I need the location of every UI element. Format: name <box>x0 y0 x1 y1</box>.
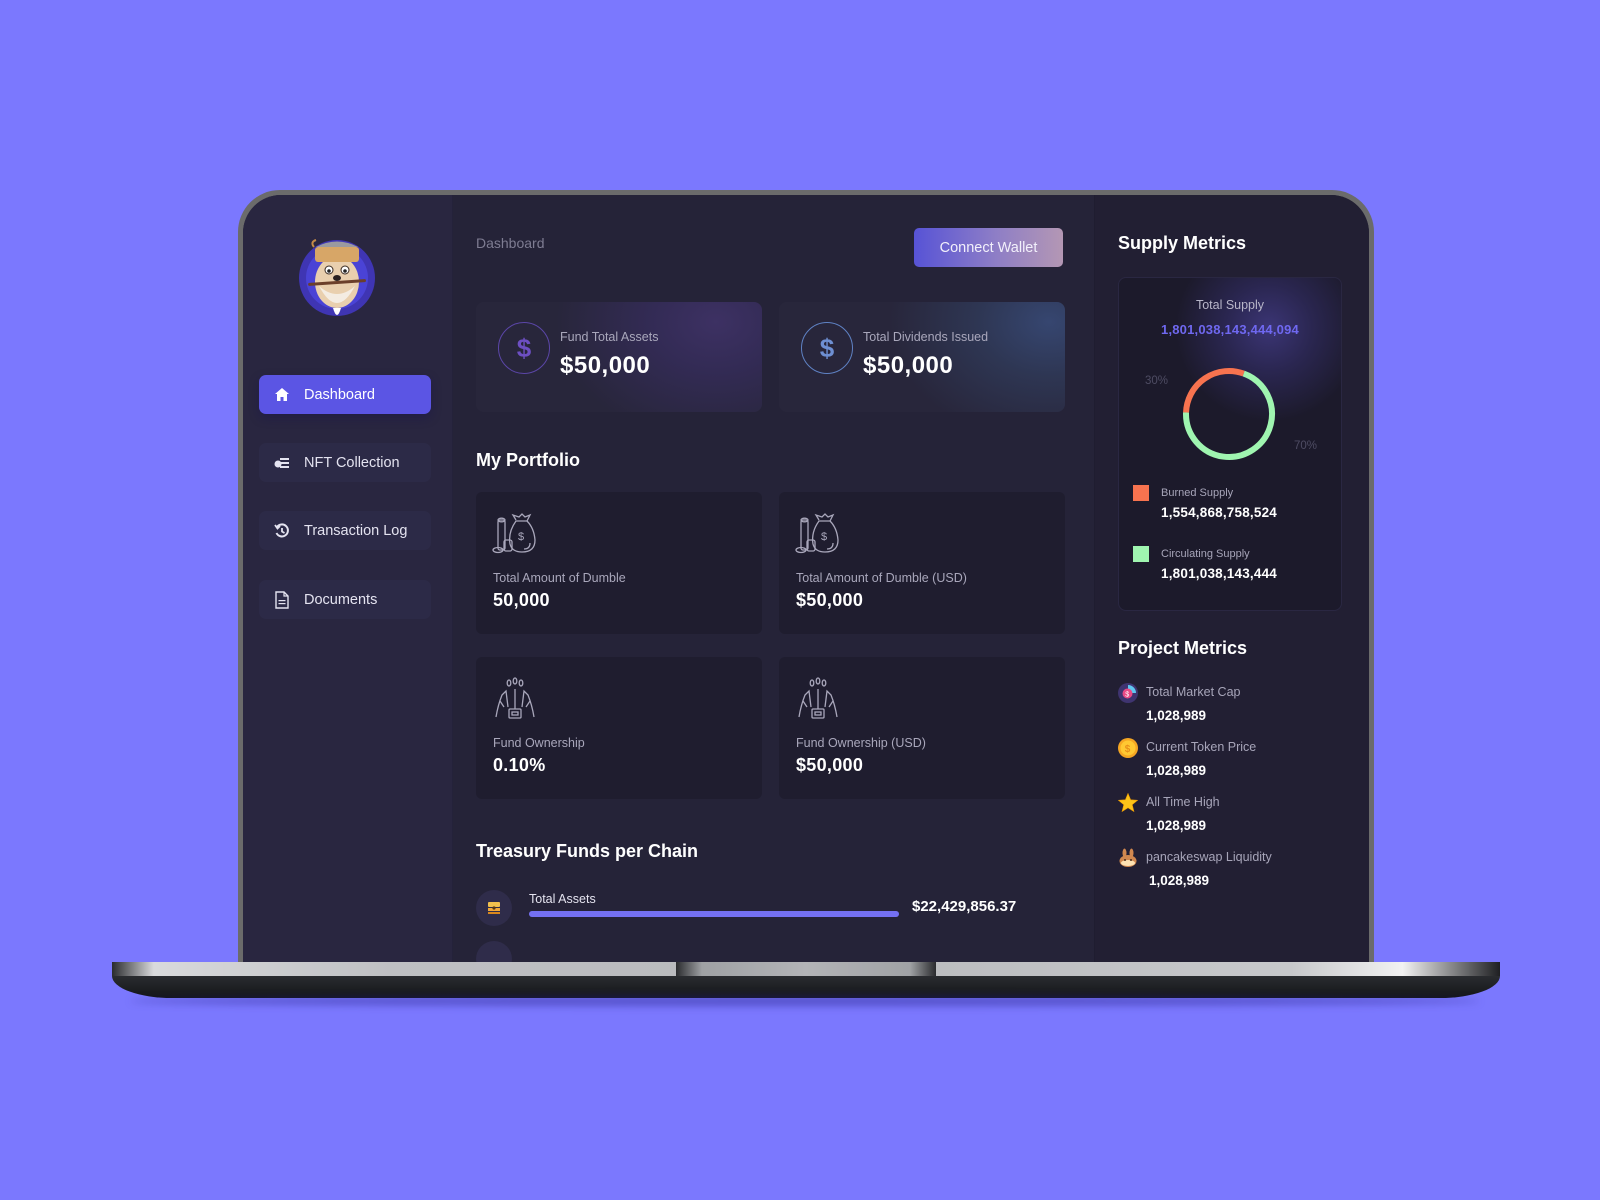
main-content: Dashboard Connect Wallet $ Fund Total As… <box>453 195 1095 970</box>
portfolio-card-fund-ownership-usd: Fund Ownership (USD) $50,000 <box>779 657 1065 799</box>
metrics-panel: Supply Metrics Total Supply 1,801,038,14… <box>1095 195 1369 970</box>
portfolio-value: $50,000 <box>796 755 864 775</box>
legend-label: Burned Supply <box>1161 487 1234 499</box>
supply-donut-chart <box>1183 368 1275 460</box>
supply-card: Total Supply 1,801,038,143,444,094 30% 7… <box>1118 277 1342 611</box>
stat-card-fund-total-assets: $ Fund Total Assets $50,000 <box>476 302 762 412</box>
metric-label: Total Market Cap <box>1146 685 1241 699</box>
treasury-value: $22,429,856.37 <box>912 898 1017 915</box>
metric-total-market-cap: $ Total Market Cap 1,028,989 <box>1118 683 1338 733</box>
stat-value: $50,000 <box>560 352 651 379</box>
connect-wallet-button[interactable]: Connect Wallet <box>914 228 1063 267</box>
market-cap-icon: $ <box>1118 683 1138 703</box>
stat-label: Fund Total Assets <box>560 330 659 344</box>
sidebar-item-label: NFT Collection <box>304 454 400 471</box>
laptop-hinge-notch <box>676 962 936 976</box>
nft-collection-icon <box>273 454 291 472</box>
metric-value: 1,028,989 <box>1149 873 1210 888</box>
stat-value: $50,000 <box>863 352 954 379</box>
total-supply-value: 1,801,038,143,444,094 <box>1161 322 1299 337</box>
treasure-chest-icon <box>476 890 512 926</box>
legend-label: Circulating Supply <box>1161 548 1250 560</box>
stat-label: Total Dividends Issued <box>863 330 989 344</box>
money-bag-icon: $ <box>492 512 538 558</box>
portfolio-card-total-dumble: $ Total Amount of Dumble 50,000 <box>476 492 762 634</box>
sidebar-item-label: Dashboard <box>304 386 375 403</box>
laptop-base-bottom <box>112 976 1500 998</box>
stat-card-total-dividends: $ Total Dividends Issued $50,000 <box>779 302 1065 412</box>
portfolio-value: $50,000 <box>796 590 864 610</box>
laptop-bezel: Dashboard NFT Collection Transaction Log… <box>238 190 1374 970</box>
history-icon <box>273 522 291 540</box>
document-icon <box>273 590 291 609</box>
sidebar-item-nft-collection[interactable]: NFT Collection <box>259 443 431 482</box>
sidebar-item-dashboard[interactable]: Dashboard <box>259 375 431 414</box>
laptop-shadow <box>130 996 1480 1006</box>
ownership-hands-icon <box>795 677 841 723</box>
metric-all-time-high: All Time High 1,028,989 <box>1117 792 1338 843</box>
donut-slice-burned <box>1183 368 1245 413</box>
dollar-icon: $ <box>498 322 550 374</box>
pancakeswap-bunny-icon <box>1118 848 1138 868</box>
svg-text:$: $ <box>518 531 524 543</box>
circulating-percent-label: 70% <box>1294 440 1318 452</box>
metric-value: 1,028,989 <box>1146 763 1207 778</box>
legend-value: 1,801,038,143,444 <box>1161 566 1278 581</box>
metric-value: 1,028,989 <box>1146 818 1207 833</box>
portfolio-label: Total Amount of Dumble (USD) <box>796 571 967 585</box>
coin-icon: $ <box>1118 738 1138 758</box>
supply-metrics-title: Supply Metrics <box>1118 233 1247 253</box>
ownership-hands-icon <box>492 677 538 723</box>
treasury-row: Total Assets $22,429,856.37 <box>476 890 1076 930</box>
portfolio-label: Total Amount of Dumble <box>493 571 626 585</box>
metric-current-token-price: $ Current Token Price 1,028,989 <box>1118 738 1338 788</box>
sidebar-item-label: Transaction Log <box>304 522 408 539</box>
metric-label: Current Token Price <box>1146 740 1257 754</box>
portfolio-label: Fund Ownership <box>493 736 585 750</box>
sidebar-item-label: Documents <box>304 591 378 608</box>
money-bag-icon: $ <box>795 512 841 558</box>
legend-swatch-circulating <box>1133 546 1149 562</box>
portfolio-label: Fund Ownership (USD) <box>796 736 926 750</box>
metric-label: All Time High <box>1146 795 1220 809</box>
total-supply-label: Total Supply <box>1195 298 1265 312</box>
sidebar-item-transaction-log[interactable]: Transaction Log <box>259 511 431 550</box>
app-screen: Dashboard NFT Collection Transaction Log… <box>243 195 1369 970</box>
dumble-logo[interactable] <box>296 230 378 322</box>
portfolio-value: 50,000 <box>493 590 550 610</box>
sidebar: Dashboard NFT Collection Transaction Log… <box>243 195 453 970</box>
treasury-label: Total Assets <box>529 892 596 906</box>
metric-pancakeswap-liquidity: pancakeswap Liquidity 1,028,989 <box>1118 848 1338 898</box>
portfolio-value: 0.10% <box>493 755 546 775</box>
treasury-progress-fill <box>529 911 899 917</box>
legend-swatch-burned <box>1133 485 1149 501</box>
treasury-progress-track <box>529 911 899 917</box>
portfolio-card-total-dumble-usd: $ Total Amount of Dumble (USD) $50,000 <box>779 492 1065 634</box>
svg-text:$: $ <box>1125 744 1131 755</box>
metric-label: pancakeswap Liquidity <box>1146 850 1272 864</box>
treasury-title: Treasury Funds per Chain <box>476 841 699 861</box>
project-metrics-title: Project Metrics <box>1118 638 1248 658</box>
portfolio-title: My Portfolio <box>476 450 580 470</box>
sidebar-item-documents[interactable]: Documents <box>259 580 431 619</box>
home-icon <box>273 386 291 404</box>
portfolio-card-fund-ownership: Fund Ownership 0.10% <box>476 657 762 799</box>
dollar-icon: $ <box>801 322 853 374</box>
star-icon <box>1117 792 1139 813</box>
breadcrumb: Dashboard <box>476 235 545 251</box>
svg-text:$: $ <box>821 531 827 543</box>
legend-value: 1,554,868,758,524 <box>1161 505 1278 520</box>
burned-percent-label: 30% <box>1145 375 1169 387</box>
svg-text:$: $ <box>1125 692 1129 699</box>
metric-value: 1,028,989 <box>1146 708 1207 723</box>
